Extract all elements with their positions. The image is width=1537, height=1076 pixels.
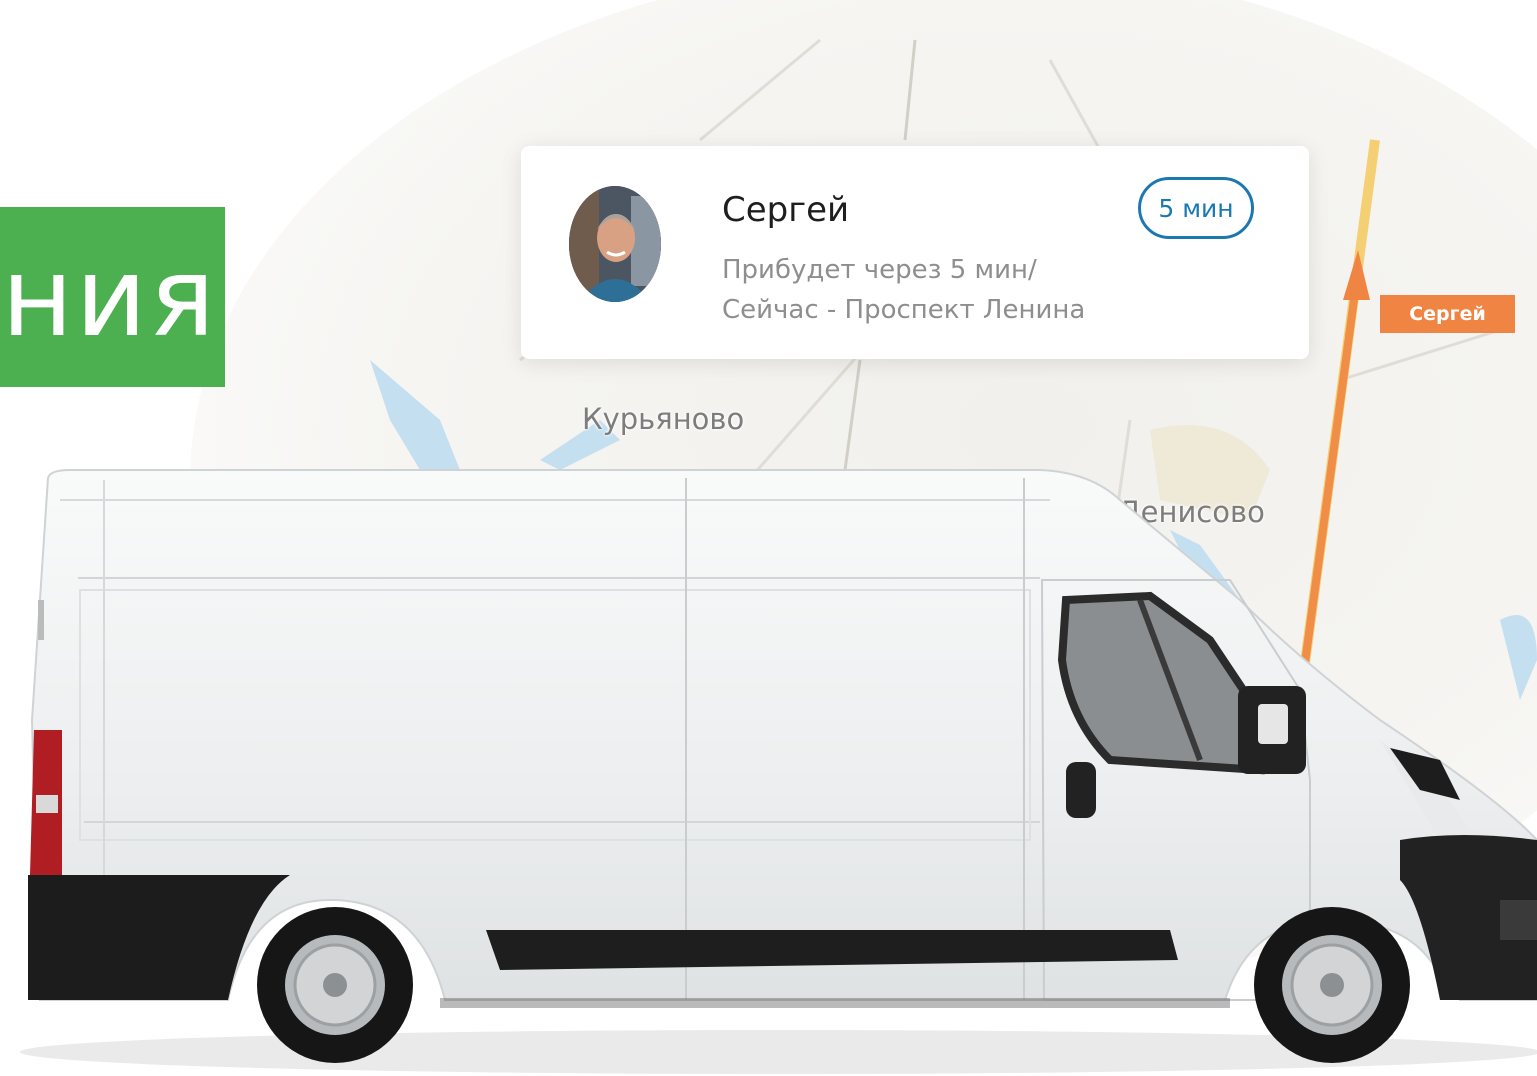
delivery-van-illustration: [20, 469, 1537, 1074]
delivery-tracking-scene: ния Сергей Прибудет через 5 мин/ Сейчас …: [0, 0, 1537, 1076]
